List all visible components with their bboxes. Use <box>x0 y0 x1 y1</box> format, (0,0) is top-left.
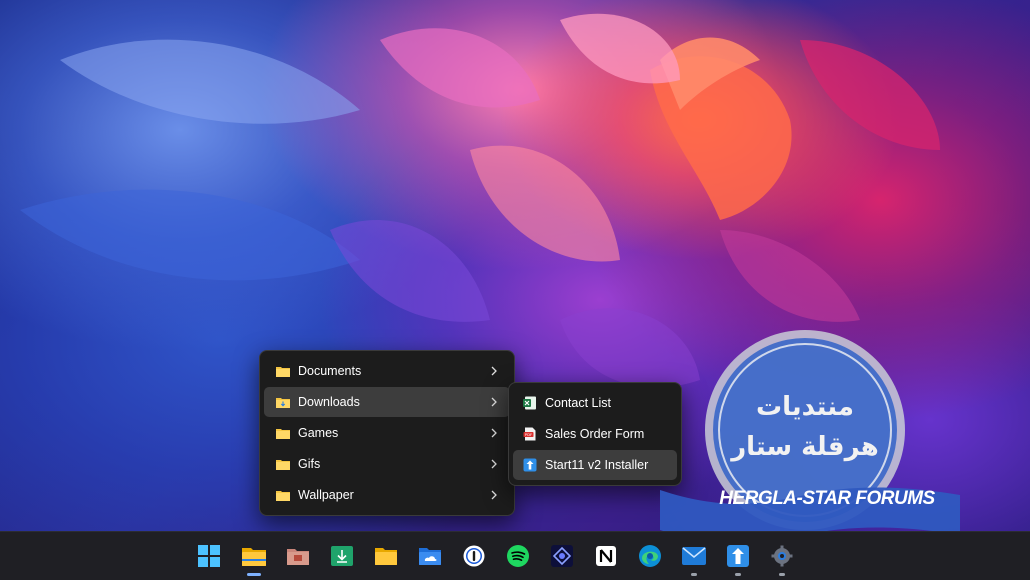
menu-item-label: Downloads <box>298 395 360 409</box>
chevron-right-icon <box>491 490 497 500</box>
running-indicator <box>247 573 261 576</box>
folder-icon <box>276 364 290 378</box>
menu-item-label: Wallpaper <box>298 488 354 502</box>
file-explorer-icon[interactable] <box>242 544 266 568</box>
menu-item-label: Documents <box>298 364 362 378</box>
chevron-right-icon <box>491 428 497 438</box>
chevron-right-icon <box>491 366 497 376</box>
submenu-item-label: Start11 v2 Installer <box>545 458 649 472</box>
submenu-item-label: Sales Order Form <box>545 427 645 441</box>
watermark-banner: HERGLA-STAR FORUMS <box>719 488 935 509</box>
svg-text:PDF: PDF <box>525 432 532 437</box>
onedrive-folder-icon[interactable] <box>418 544 442 568</box>
downloads-submenu: Contact List PDF Sales Order Form Start1… <box>508 382 682 486</box>
download-folder-icon <box>276 395 290 409</box>
menu-item-downloads[interactable]: Downloads <box>264 387 510 417</box>
watermark-line2: هرقلة ستار <box>731 432 879 462</box>
mail-icon[interactable] <box>682 544 706 568</box>
start11-icon[interactable] <box>726 544 750 568</box>
pdf-icon: PDF <box>523 427 537 441</box>
submenu-item-contact-list[interactable]: Contact List <box>513 388 677 418</box>
menu-item-wallpaper[interactable]: Wallpaper <box>264 480 510 510</box>
menu-item-label: Games <box>298 426 339 440</box>
folder-menu: Documents Downloads Games Gifs Wallpaper <box>259 350 515 516</box>
password-manager-icon[interactable] <box>462 544 486 568</box>
chevron-right-icon <box>491 459 497 469</box>
taskbar <box>0 531 1030 580</box>
app-launcher-icon[interactable] <box>550 544 574 568</box>
running-indicator <box>691 573 697 576</box>
windows-start-icon[interactable] <box>197 544 221 568</box>
edge-icon[interactable] <box>638 544 662 568</box>
folder-app-icon[interactable] <box>374 544 398 568</box>
installer-icon <box>523 458 537 472</box>
submenu-item-label: Contact List <box>545 396 612 410</box>
menu-item-label: Gifs <box>298 457 321 471</box>
submenu-item-sales-order-form[interactable]: PDF Sales Order Form <box>513 419 677 449</box>
submenu-item-start11-installer[interactable]: Start11 v2 Installer <box>513 450 677 480</box>
folder-icon <box>276 488 290 502</box>
menu-item-documents[interactable]: Documents <box>264 356 510 386</box>
toolbox-icon[interactable] <box>286 544 310 568</box>
menu-item-gifs[interactable]: Gifs <box>264 449 510 479</box>
watermark-line1: منتديات <box>756 392 854 422</box>
folder-icon <box>276 426 290 440</box>
settings-icon[interactable] <box>770 544 794 568</box>
notion-icon[interactable] <box>594 544 618 568</box>
running-indicator <box>779 573 785 576</box>
downloads-app-icon[interactable] <box>330 544 354 568</box>
menu-item-games[interactable]: Games <box>264 418 510 448</box>
running-indicator <box>735 573 741 576</box>
chevron-right-icon <box>491 397 497 407</box>
folder-icon <box>276 457 290 471</box>
excel-icon <box>523 396 537 410</box>
spotify-icon[interactable] <box>506 544 530 568</box>
